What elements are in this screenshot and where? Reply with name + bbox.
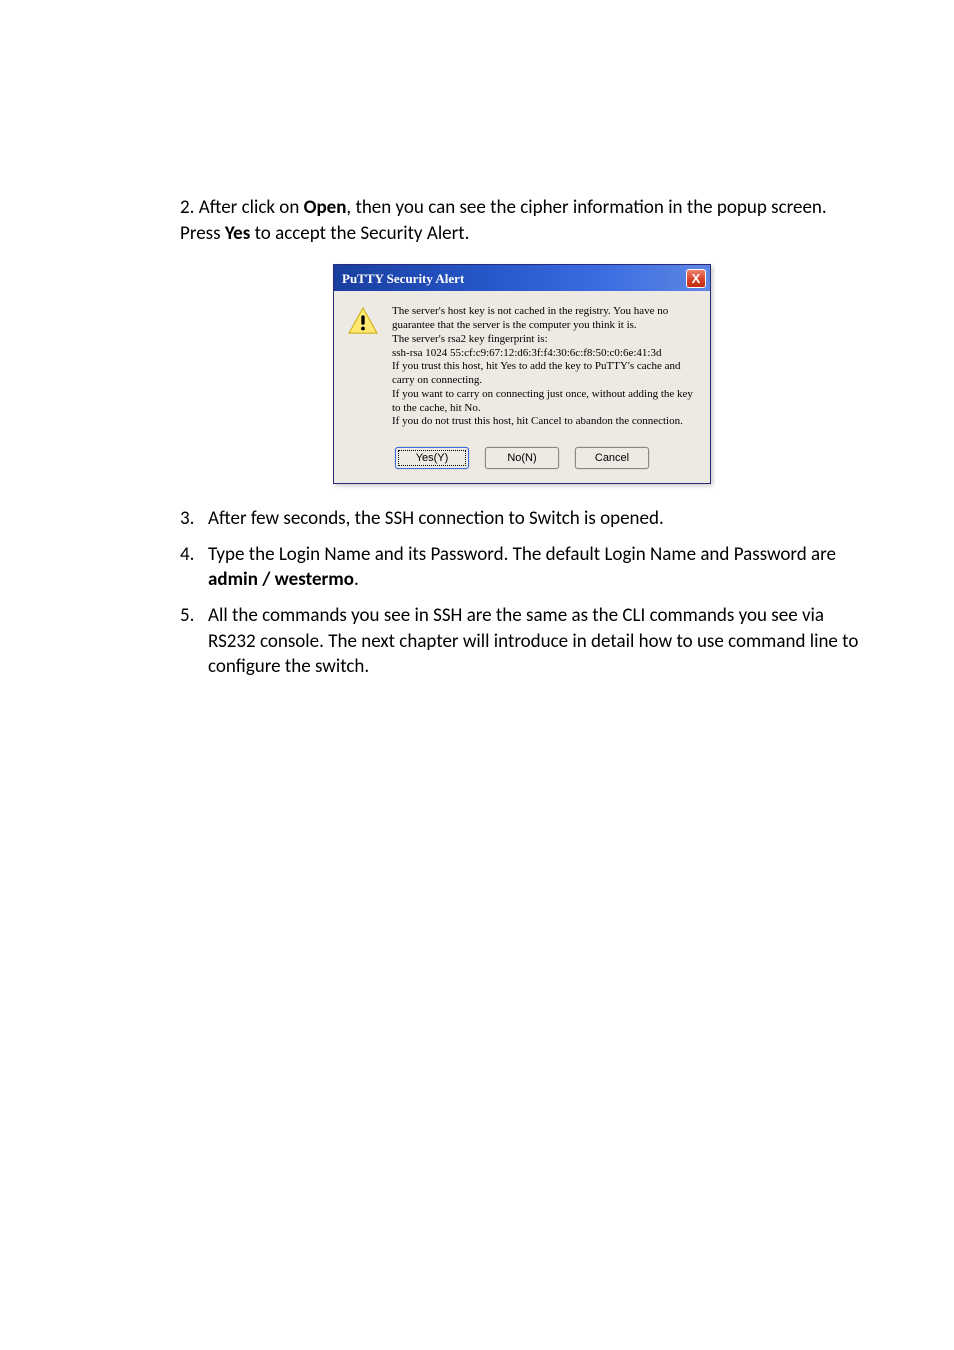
- steps-list: 3. After few seconds, the SSH connection…: [180, 506, 864, 680]
- step-4-number: 4.: [180, 542, 194, 568]
- intro-open-word: Open: [304, 196, 347, 219]
- intro-prefix: 2. After click on: [180, 196, 304, 219]
- dialog-body: The server's host key is not cached in t…: [334, 291, 710, 441]
- warning-icon: [348, 307, 378, 335]
- dialog-button-row: Yes(Y) No(N) Cancel: [334, 441, 710, 483]
- step-3-text: After few seconds, the SSH connection to…: [208, 506, 864, 532]
- step-4-content: Type the Login Name and its Password. Th…: [208, 542, 864, 593]
- putty-security-alert-dialog: PuTTY Security Alert X The server's host…: [333, 264, 711, 484]
- step-5-number: 5.: [180, 603, 194, 629]
- step-5-text: All the commands you see in SSH are the …: [208, 603, 864, 680]
- step-3: 3. After few seconds, the SSH connection…: [208, 506, 864, 532]
- cancel-button[interactable]: Cancel: [575, 447, 649, 469]
- step-4: 4. Type the Login Name and its Password.…: [208, 542, 864, 593]
- intro-yes-word: Yes: [225, 222, 251, 245]
- intro-suffix: to accept the Security Alert.: [250, 222, 469, 245]
- close-button[interactable]: X: [686, 269, 706, 288]
- dialog-title: PuTTY Security Alert: [342, 270, 464, 288]
- dialog-container: PuTTY Security Alert X The server's host…: [180, 264, 864, 484]
- step-4-prefix: Type the Login Name and its Password. Th…: [208, 543, 836, 566]
- step-3-number: 3.: [180, 506, 194, 532]
- yes-button[interactable]: Yes(Y): [395, 447, 469, 469]
- step-5: 5. All the commands you see in SSH are t…: [208, 603, 864, 680]
- dialog-titlebar: PuTTY Security Alert X: [334, 265, 710, 291]
- step-4-suffix: .: [354, 568, 359, 591]
- close-icon: X: [692, 272, 701, 285]
- step-4-bold: admin / westermo: [208, 568, 354, 591]
- no-button[interactable]: No(N): [485, 447, 559, 469]
- dialog-message: The server's host key is not cached in t…: [392, 305, 696, 429]
- intro-paragraph: 2. After click on Open, then you can see…: [180, 195, 864, 246]
